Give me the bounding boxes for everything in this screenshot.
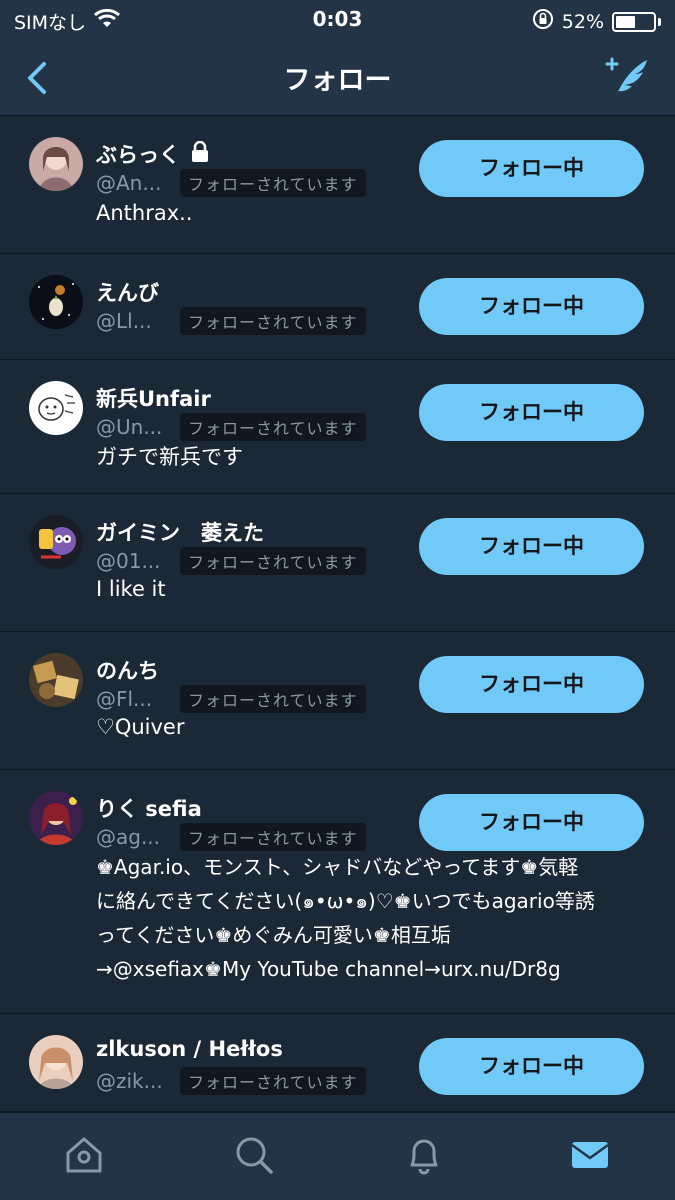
battery-icon [612,11,656,32]
user-name-text: 新兵Unfair [96,387,211,411]
following-button[interactable]: フォロー中 [419,518,644,575]
user-handle: @ag... [96,825,161,849]
user-name-text: りく sefia [96,797,202,821]
user-bio: I like it [96,572,656,606]
following-button[interactable]: フォロー中 [419,794,644,851]
avatar[interactable] [29,653,83,707]
user-bio: ガチで新兵です [96,440,656,474]
avatar[interactable] [29,791,83,845]
list-item[interactable]: ガイミン 萎えた @01... フォローされています I like it フォロ… [0,494,675,632]
compose-tweet-icon[interactable] [601,54,651,100]
user-handle: @An... [96,171,162,195]
following-button[interactable]: フォロー中 [419,1038,644,1095]
user-bio: ♡Quiver [96,710,656,744]
nav-bar: フォロー [0,40,675,116]
list-item[interactable]: えんび @Ll... フォローされています フォロー中 [0,254,675,360]
bio-line: ってください♚めぐみん可愛い♚相互垢 [96,923,451,947]
bio-line: ♡Quiver [96,715,185,739]
user-handle: @zik... [96,1069,163,1093]
handle-line: @An... フォローされています [96,169,366,197]
follows-you-badge: フォローされています [180,307,366,335]
user-bio: Anthrax.. [96,196,656,230]
user-name: りく sefia [96,793,202,823]
notifications-icon[interactable] [402,1133,446,1177]
battery-percent: 52% [561,10,604,33]
user-name-text: ぶらっく [96,143,180,167]
list-item[interactable]: 新兵Unfair @Un... フォローされています ガチで新兵です フォロー中 [0,360,675,494]
handle-line: @ag... フォローされています [96,823,366,851]
user-name: 新兵Unfair [96,383,211,413]
tab-bar [0,1112,675,1200]
avatar[interactable] [29,381,83,435]
follows-you-badge: フォローされています [180,685,366,713]
avatar[interactable] [29,275,83,329]
user-name: ぶらっく [96,139,210,169]
following-list: ぶらっく @An... フォローされています Anthrax.. フォロー中 え… [0,116,675,1112]
follows-you-badge: フォローされています [180,547,366,575]
bio-line: I like it [96,577,166,601]
status-bar: SIMなし 0:03 52% [0,0,675,40]
messages-icon[interactable] [568,1133,612,1177]
lock-icon [190,140,210,168]
user-name: zlkuson / Hełłos [96,1037,283,1061]
following-button[interactable]: フォロー中 [419,656,644,713]
handle-line: @01... フォローされています [96,547,366,575]
bio-line: に絡んできてください(๑•ω•๑)♡♚いつでもagario等誘 [96,889,595,913]
battery-level [616,15,635,28]
handle-line: @Un... フォローされています [96,413,366,441]
avatar[interactable] [29,515,83,569]
home-icon[interactable] [62,1133,106,1177]
status-right: 52% [532,8,661,35]
following-button[interactable]: フォロー中 [419,278,644,335]
handle-line: @Fl... フォローされています [96,685,366,713]
follows-you-badge: フォローされています [180,413,366,441]
handle-line: @zik... フォローされています [96,1067,366,1095]
list-item[interactable]: りく sefia @ag... フォローされています ♚Agar.io、モンスト… [0,770,675,1014]
user-name: ガイミン 萎えた [96,517,264,547]
user-name-text: のんち [96,659,159,683]
bio-line: →@xsefiax♚My YouTube channel→urx.nu/Dr8g [96,957,561,981]
user-bio: ♚Agar.io、モンスト、シャドバなどやってます♚気軽 に絡んできてください(… [96,850,656,986]
search-icon[interactable] [232,1133,276,1177]
avatar[interactable] [29,1035,83,1089]
bio-line: Anthrax.. [96,201,193,225]
user-name-text: zlkuson / Hełłos [96,1037,283,1061]
following-button[interactable]: フォロー中 [419,140,644,197]
handle-line: @Ll... フォローされています [96,307,366,335]
bio-line: ♚Agar.io、モンスト、シャドバなどやってます♚気軽 [96,855,579,879]
page-title: フォロー [283,65,392,96]
user-name-text: ガイミン 萎えた [96,521,264,545]
follows-you-badge: フォローされています [180,823,366,851]
battery-tip [658,17,661,26]
user-handle: @Ll... [96,309,152,333]
user-handle: @01... [96,549,161,573]
list-item[interactable]: のんち @Fl... フォローされています ♡Quiver フォロー中 [0,632,675,770]
user-handle: @Un... [96,415,163,439]
user-handle: @Fl... [96,687,153,711]
avatar[interactable] [29,137,83,191]
follows-you-badge: フォローされています [180,1067,366,1095]
user-name-text: えんび [96,281,159,305]
orientation-lock-icon [532,8,554,35]
following-button[interactable]: フォロー中 [419,384,644,441]
user-name: えんび [96,277,159,307]
list-item[interactable]: ぶらっく @An... フォローされています Anthrax.. フォロー中 [0,116,675,254]
user-name: のんち [96,655,159,685]
follows-you-badge: フォローされています [180,169,366,197]
list-item[interactable]: zlkuson / Hełłos @zik... フォローされています フォロー… [0,1014,675,1112]
bio-line: ガチで新兵です [96,445,243,469]
